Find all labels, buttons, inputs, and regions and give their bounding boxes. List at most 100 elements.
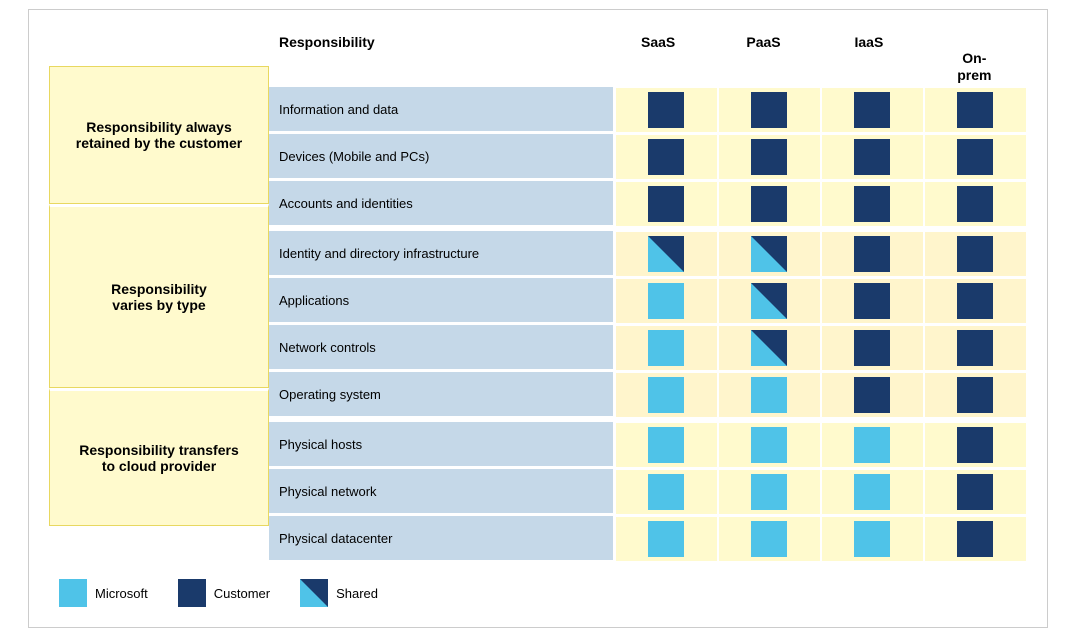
cell-0-onprem (924, 87, 1027, 133)
cell-0-iaas (821, 87, 924, 133)
cell-2-saas (615, 181, 718, 227)
cell-9-saas (615, 516, 718, 562)
legend-microsoft: Microsoft (59, 579, 148, 607)
cell-9-onprem (924, 516, 1027, 562)
col-header-paas: PaaS (711, 30, 816, 88)
cell-0-saas (615, 87, 718, 133)
cell-2-paas (718, 181, 821, 227)
legend: Microsoft Customer Shared (49, 579, 1027, 607)
cell-5-iaas (821, 325, 924, 371)
cell-7-onprem (924, 422, 1027, 468)
block-microsoft (648, 427, 684, 463)
cell-7-saas (615, 422, 718, 468)
row-label-7: Physical hosts (269, 422, 615, 468)
cell-1-iaas (821, 134, 924, 180)
legend-box-shared (300, 579, 328, 607)
right-grid: Responsibility SaaS PaaS IaaS On- prem I… (269, 30, 1027, 564)
col-header-onprem: On- prem (922, 30, 1027, 88)
block-customer (648, 139, 684, 175)
row-label-9: Physical datacenter (269, 516, 615, 562)
table-row: Physical network (269, 469, 1027, 516)
data-rows: Information and dataDevices (Mobile and … (269, 87, 1027, 563)
cell-3-iaas (821, 231, 924, 277)
block-microsoft (648, 521, 684, 557)
legend-box-customer (178, 579, 206, 607)
row-label-6: Operating system (269, 372, 615, 418)
cell-2-iaas (821, 181, 924, 227)
block-microsoft (648, 330, 684, 366)
legend-box-microsoft (59, 579, 87, 607)
label-always: Responsibility always retained by the cu… (49, 66, 269, 204)
header-row: Responsibility SaaS PaaS IaaS On- prem (269, 30, 1027, 88)
block-microsoft (854, 474, 890, 510)
row-label-4: Applications (269, 278, 615, 324)
row-label-3: Identity and directory infrastructure (269, 231, 615, 277)
block-customer (854, 186, 890, 222)
block-customer (957, 283, 993, 319)
block-customer (957, 186, 993, 222)
cell-8-paas (718, 469, 821, 515)
cell-6-iaas (821, 372, 924, 418)
cell-5-onprem (924, 325, 1027, 371)
block-shared (751, 330, 787, 366)
cell-4-saas (615, 278, 718, 324)
cell-4-iaas (821, 278, 924, 324)
table-row: Applications (269, 278, 1027, 325)
cell-2-onprem (924, 181, 1027, 227)
label-varies: Responsibility varies by type (49, 204, 269, 388)
table-row: Physical datacenter (269, 516, 1027, 563)
block-customer (957, 521, 993, 557)
cell-8-iaas (821, 469, 924, 515)
block-microsoft (751, 377, 787, 413)
col-header-saas: SaaS (605, 30, 710, 88)
block-customer (854, 92, 890, 128)
chart-container: Responsibility always retained by the cu… (28, 9, 1048, 629)
block-customer (751, 186, 787, 222)
table-row: Information and data (269, 87, 1027, 134)
cell-3-saas (615, 231, 718, 277)
row-label-2: Accounts and identities (269, 181, 615, 227)
col-header-iaas: IaaS (816, 30, 921, 88)
block-customer (751, 92, 787, 128)
row-label-5: Network controls (269, 325, 615, 371)
block-customer (957, 427, 993, 463)
block-customer (854, 330, 890, 366)
block-customer (854, 377, 890, 413)
block-customer (751, 139, 787, 175)
block-customer (957, 236, 993, 272)
block-customer (957, 330, 993, 366)
block-customer (648, 186, 684, 222)
cell-1-paas (718, 134, 821, 180)
cell-1-onprem (924, 134, 1027, 180)
block-microsoft (648, 283, 684, 319)
cell-7-iaas (821, 422, 924, 468)
cell-5-paas (718, 325, 821, 371)
block-customer (854, 139, 890, 175)
block-microsoft (648, 474, 684, 510)
left-labels: Responsibility always retained by the cu… (49, 30, 269, 564)
block-customer (648, 92, 684, 128)
cell-4-onprem (924, 278, 1027, 324)
cell-0-paas (718, 87, 821, 133)
table-row: Physical hosts (269, 419, 1027, 469)
table-row: Network controls (269, 325, 1027, 372)
block-customer (957, 377, 993, 413)
table-row: Operating system (269, 372, 1027, 419)
cell-3-onprem (924, 231, 1027, 277)
block-shared (751, 283, 787, 319)
cell-6-paas (718, 372, 821, 418)
legend-customer: Customer (178, 579, 270, 607)
table-row: Devices (Mobile and PCs) (269, 134, 1027, 181)
block-customer (957, 139, 993, 175)
block-customer (854, 236, 890, 272)
cell-7-paas (718, 422, 821, 468)
block-microsoft (854, 427, 890, 463)
block-customer (957, 474, 993, 510)
row-label-8: Physical network (269, 469, 615, 515)
block-shared (751, 236, 787, 272)
block-shared (648, 236, 684, 272)
table-row: Accounts and identities (269, 181, 1027, 228)
chart-main: Responsibility always retained by the cu… (49, 30, 1027, 564)
cell-9-iaas (821, 516, 924, 562)
row-label-1: Devices (Mobile and PCs) (269, 134, 615, 180)
